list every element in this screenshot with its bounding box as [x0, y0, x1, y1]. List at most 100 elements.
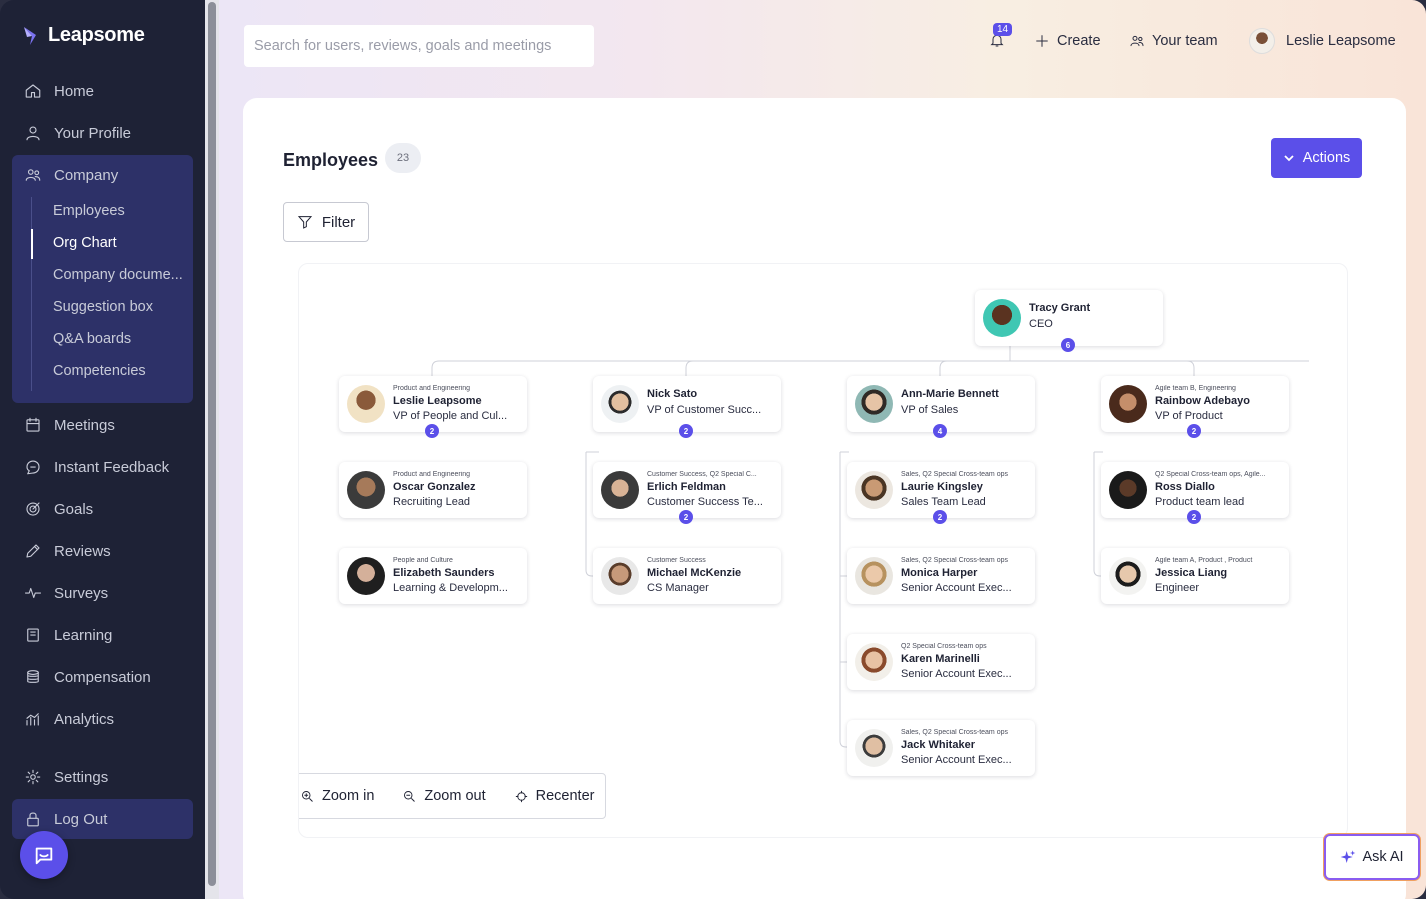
person-role: Learning & Developm...	[393, 582, 508, 594]
actions-label: Actions	[1302, 150, 1351, 166]
org-node[interactable]: Ann-Marie Bennett VP of Sales 4	[847, 376, 1035, 438]
nav-home-label: Home	[54, 82, 95, 100]
people-icon	[25, 169, 41, 181]
org-node[interactable]: Sales, Q2 Special Cross-team ops Laurie …	[847, 462, 1035, 524]
person-name: Elizabeth Saunders	[393, 567, 495, 579]
recenter-button[interactable]: Recenter	[514, 788, 594, 804]
nav-analytics[interactable]: Analytics	[24, 707, 114, 731]
avatar	[1249, 28, 1275, 54]
org-chart-canvas[interactable]: Tracy Grant CEO 6 Product and Engineerin…	[298, 263, 1348, 838]
your-team-button[interactable]: Your team	[1129, 30, 1218, 52]
subnav-suggestion-box[interactable]: Suggestion box	[53, 299, 189, 315]
person-team-tag: Sales, Q2 Special Cross-team ops	[901, 729, 1008, 736]
person-name: Ann-Marie Bennett	[901, 388, 999, 400]
leapsome-logo[interactable]: Leapsome	[22, 24, 145, 47]
org-node[interactable]: Sales, Q2 Special Cross-team ops Monica …	[847, 548, 1035, 604]
org-node[interactable]: Q2 Special Cross-team ops Karen Marinell…	[847, 634, 1035, 690]
search-input[interactable]: Search for users, reviews, goals and mee…	[244, 25, 594, 67]
reports-count-badge[interactable]: 2	[1187, 424, 1201, 438]
avatar	[1109, 557, 1147, 595]
person-team-tag: Customer Success, Q2 Special C...	[647, 471, 757, 478]
support-chat-button[interactable]	[20, 831, 68, 879]
nav-logout-label: Log Out	[54, 810, 108, 828]
org-node[interactable]: Product and Engineering Leslie Leapsome …	[339, 376, 527, 438]
org-node[interactable]: People and Culture Elizabeth Saunders Le…	[339, 548, 527, 604]
nav-surveys[interactable]: Surveys	[24, 581, 108, 605]
org-node[interactable]: Product and Engineering Oscar Gonzalez R…	[339, 462, 527, 518]
nav-settings-label: Settings	[54, 768, 109, 786]
lock-icon	[27, 812, 39, 827]
analytics-icon	[26, 713, 39, 726]
reports-count-badge[interactable]: 2	[679, 424, 693, 438]
sidebar-scrollbar[interactable]	[205, 0, 219, 899]
person-role: Senior Account Exec...	[901, 668, 1012, 680]
nav-home[interactable]: Home	[24, 79, 94, 103]
nav-instant-feedback[interactable]: Instant Feedback	[24, 455, 169, 479]
ask-ai-label: Ask AI	[1362, 849, 1404, 865]
user-menu[interactable]: Leslie Leapsome	[1249, 27, 1396, 55]
org-node[interactable]: Q2 Special Cross-team ops, Agile... Ross…	[1101, 462, 1289, 524]
nav-feedback-label: Instant Feedback	[54, 458, 170, 476]
reports-count-badge[interactable]: 6	[1061, 338, 1075, 352]
calendar-icon	[26, 417, 40, 432]
create-button[interactable]: Create	[1034, 30, 1101, 52]
subnav-employees[interactable]: Employees	[53, 203, 189, 219]
org-node-ceo[interactable]: Tracy Grant CEO 6	[975, 290, 1163, 352]
person-team-tag: Product and Engineering	[393, 385, 471, 392]
subnav-org-chart[interactable]: Org Chart	[53, 235, 189, 251]
person-name: Monica Harper	[901, 567, 978, 579]
zoom-in-icon	[302, 790, 313, 802]
employee-count-badge: 23	[385, 143, 421, 173]
person-team-tag: Product and Engineering	[393, 471, 471, 478]
logo-text: Leapsome	[48, 24, 145, 46]
person-team-tag: Q2 Special Cross-team ops, Agile...	[1155, 471, 1266, 478]
nav-settings[interactable]: Settings	[24, 765, 108, 789]
create-label: Create	[1057, 33, 1101, 49]
zoom-out-button[interactable]: Zoom out	[402, 788, 486, 804]
org-node[interactable]: Agile team A, Product , Product Jessica …	[1101, 548, 1289, 604]
avatar	[855, 471, 893, 509]
scroll-thumb[interactable]	[208, 2, 216, 886]
person-role: Sales Team Lead	[901, 496, 986, 508]
reports-count-badge[interactable]: 2	[425, 424, 439, 438]
nav-reviews[interactable]: Reviews	[24, 539, 111, 563]
reports-count-badge[interactable]: 2	[933, 510, 947, 524]
actions-button[interactable]: Actions	[1271, 138, 1362, 178]
chat-icon	[26, 460, 40, 475]
nav-compensation[interactable]: Compensation	[24, 665, 151, 689]
nav-company[interactable]: Company	[24, 163, 118, 187]
reports-count-badge[interactable]: 2	[1187, 510, 1201, 524]
nav-meetings[interactable]: Meetings	[24, 413, 115, 437]
org-node[interactable]: Customer Success, Q2 Special C... Erlich…	[593, 462, 781, 524]
subnav-company-documents[interactable]: Company docume...	[53, 267, 189, 283]
page-title: Employees	[283, 150, 379, 170]
your-team-label: Your team	[1152, 33, 1218, 49]
org-node[interactable]: Customer Success Michael McKenzie CS Man…	[593, 548, 781, 604]
company-submenu-line	[31, 197, 32, 391]
zoom-in-button[interactable]: Zoom in	[300, 788, 374, 804]
person-name: Karen Marinelli	[901, 653, 980, 665]
filter-button[interactable]: Filter	[283, 202, 369, 242]
avatar	[347, 471, 385, 509]
person-name: Tracy Grant	[1029, 302, 1091, 314]
person-name: Laurie Kingsley	[901, 481, 983, 493]
nav-your-profile[interactable]: Your Profile	[24, 121, 131, 145]
org-node[interactable]: Nick Sato VP of Customer Succ... 2	[593, 376, 781, 438]
nav-goals[interactable]: Goals	[24, 497, 93, 521]
zoom-toolbar: Zoom in Zoom out Recenter	[299, 773, 606, 819]
ask-ai-button[interactable]: Ask AI	[1324, 834, 1420, 880]
org-node[interactable]: Agile team B, Engineering Rainbow Adebay…	[1101, 376, 1289, 438]
person-role: CS Manager	[647, 582, 709, 594]
pulse-icon	[24, 587, 42, 599]
reports-count-badge[interactable]: 2	[679, 510, 693, 524]
org-node[interactable]: Sales, Q2 Special Cross-team ops Jack Wh…	[847, 720, 1035, 776]
nav-learning[interactable]: Learning	[24, 623, 112, 647]
subnav-competencies[interactable]: Competencies	[53, 363, 189, 379]
reports-count-badge[interactable]: 4	[933, 424, 947, 438]
subnav-qa-boards[interactable]: Q&A boards	[53, 331, 189, 347]
person-name: Ross Diallo	[1155, 481, 1215, 493]
person-name: Nick Sato	[647, 388, 698, 400]
avatar	[1109, 385, 1147, 423]
org-chart-card: Employees 23 Actions Filter Tracy Grant …	[243, 98, 1406, 899]
nav-logout[interactable]: Log Out	[24, 807, 107, 831]
